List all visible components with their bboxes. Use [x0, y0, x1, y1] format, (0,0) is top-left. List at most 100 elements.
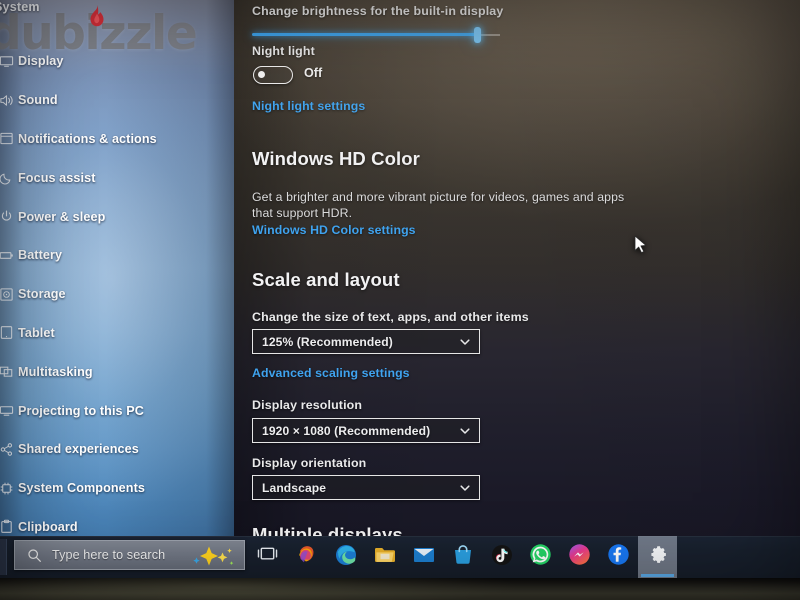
monitor-icon	[0, 54, 14, 69]
tiktok-icon	[491, 544, 513, 571]
sidebar-item-label: Projecting to this PC	[18, 403, 144, 418]
taskbar-button-settings[interactable]	[638, 536, 677, 578]
display-orientation-label: Display orientation	[252, 456, 367, 470]
power-icon	[0, 209, 14, 224]
scale-size-label: Change the size of text, apps, and other…	[252, 310, 529, 324]
taskbar: Type here to search	[0, 536, 800, 578]
taskbar-button-store[interactable]	[443, 536, 482, 578]
sidebar-item-label: System Components	[18, 481, 145, 496]
sidebar-item-display[interactable]: Display	[0, 42, 234, 81]
brightness-slider[interactable]	[252, 27, 500, 43]
sidebar-item-storage[interactable]: Storage	[0, 275, 234, 314]
mail-icon	[412, 545, 436, 570]
components-icon	[0, 481, 14, 496]
whatsapp-icon	[529, 543, 552, 571]
hd-color-heading: Windows HD Color	[252, 148, 420, 169]
storage-icon	[0, 287, 14, 302]
multitasking-icon	[0, 364, 14, 379]
battery-icon	[0, 248, 14, 263]
hd-color-settings-link[interactable]: Windows HD Color settings	[252, 223, 416, 237]
taskbar-icon-strip	[248, 536, 677, 578]
projector-icon	[0, 403, 14, 418]
sidebar-item-label: Power & sleep	[18, 209, 106, 224]
speaker-icon	[0, 93, 14, 108]
sidebar-item-label: Storage	[18, 287, 66, 302]
scale-dropdown-value: 125% (Recommended)	[262, 334, 393, 349]
sidebar-item-shared-experiences[interactable]: Shared experiences	[0, 430, 234, 469]
office-icon	[295, 543, 319, 572]
sidebar-item-tablet[interactable]: Tablet	[0, 314, 234, 353]
brightness-slider-remainder	[478, 33, 500, 36]
screen-photo: Display Sound Notifications & actions Fo…	[0, 0, 800, 600]
sidebar-item-battery[interactable]: Battery	[0, 236, 234, 275]
taskbar-button-tiktok[interactable]	[482, 536, 521, 578]
search-icon	[27, 548, 42, 563]
sidebar-item-label: Display	[18, 54, 64, 69]
toggle-knob	[257, 70, 265, 78]
display-resolution-value: 1920 × 1080 (Recommended)	[262, 423, 431, 438]
display-orientation-value: Landscape	[262, 480, 327, 495]
task-view-icon	[257, 545, 278, 569]
scale-dropdown[interactable]: 125% (Recommended)	[252, 329, 480, 354]
moon-icon	[0, 170, 14, 185]
sidebar-item-label: Clipboard	[18, 519, 78, 534]
hd-color-description: Get a brighter and more vibrant picture …	[252, 190, 625, 220]
night-light-label: Night light	[252, 44, 315, 58]
folder-icon	[373, 544, 397, 571]
sidebar-item-label: Tablet	[18, 325, 55, 340]
taskbar-button-file-explorer[interactable]	[365, 536, 404, 578]
brightness-slider-thumb[interactable]	[474, 27, 481, 43]
facebook-icon	[607, 543, 630, 571]
search-input[interactable]: Type here to search	[14, 540, 245, 570]
edge-icon	[334, 543, 358, 572]
search-placeholder: Type here to search	[52, 548, 166, 562]
taskbar-button-edge[interactable]	[326, 536, 365, 578]
sidebar-item-multitasking[interactable]: Multitasking	[0, 352, 234, 391]
taskbar-button-whatsapp[interactable]	[521, 536, 560, 578]
chevron-down-icon	[459, 425, 471, 437]
clipboard-icon	[0, 519, 14, 534]
sparkles-icon[interactable]	[183, 545, 237, 572]
sidebar-item-clipboard[interactable]: Clipboard	[0, 508, 234, 536]
mouse-cursor	[634, 235, 648, 260]
night-light-state: Off	[304, 66, 323, 80]
display-orientation-dropdown[interactable]: Landscape	[252, 475, 480, 500]
taskbar-button-mail[interactable]	[404, 536, 443, 578]
sidebar-item-label: Sound	[18, 93, 58, 108]
monitor-bezel	[0, 578, 800, 600]
sidebar-nav-list: Display Sound Notifications & actions Fo…	[0, 42, 234, 536]
settings-sidebar: Display Sound Notifications & actions Fo…	[0, 0, 234, 536]
chevron-down-icon	[459, 336, 471, 348]
share-icon	[0, 442, 14, 457]
sidebar-item-label: Notifications & actions	[18, 131, 157, 146]
taskbar-button-facebook[interactable]	[599, 536, 638, 578]
night-light-settings-link[interactable]: Night light settings	[252, 99, 365, 113]
sidebar-item-label: Multitasking	[18, 364, 93, 379]
sidebar-item-label: Battery	[18, 248, 63, 263]
sidebar-item-sound[interactable]: Sound	[0, 81, 234, 120]
sidebar-item-label: Focus assist	[18, 170, 96, 185]
notification-icon	[0, 131, 14, 146]
brightness-slider-track	[252, 33, 478, 36]
chevron-down-icon	[459, 482, 471, 494]
display-resolution-dropdown[interactable]: 1920 × 1080 (Recommended)	[252, 418, 480, 443]
taskbar-button-messenger[interactable]	[560, 536, 599, 578]
scale-layout-heading: Scale and layout	[252, 269, 400, 290]
sidebar-item-power-sleep[interactable]: Power & sleep	[0, 197, 234, 236]
tablet-icon	[0, 325, 14, 340]
settings-main-panel: Change brightness for the built-in displ…	[232, 0, 800, 545]
sidebar-item-projecting[interactable]: Projecting to this PC	[0, 391, 234, 430]
sidebar-item-notifications[interactable]: Notifications & actions	[0, 120, 234, 159]
store-icon	[452, 544, 474, 571]
taskbar-start-edge[interactable]	[0, 539, 7, 575]
night-light-toggle[interactable]	[253, 66, 293, 84]
taskbar-button-task-view[interactable]	[248, 536, 287, 578]
taskbar-button-office[interactable]	[287, 536, 326, 578]
display-resolution-label: Display resolution	[252, 398, 363, 412]
advanced-scaling-link[interactable]: Advanced scaling settings	[252, 366, 410, 380]
gear-icon	[647, 544, 669, 571]
brightness-label: Change brightness for the built-in displ…	[252, 4, 504, 18]
sidebar-item-focus-assist[interactable]: Focus assist	[0, 158, 234, 197]
sidebar-item-label: Shared experiences	[18, 442, 139, 457]
sidebar-item-system-components[interactable]: System Components	[0, 469, 234, 508]
